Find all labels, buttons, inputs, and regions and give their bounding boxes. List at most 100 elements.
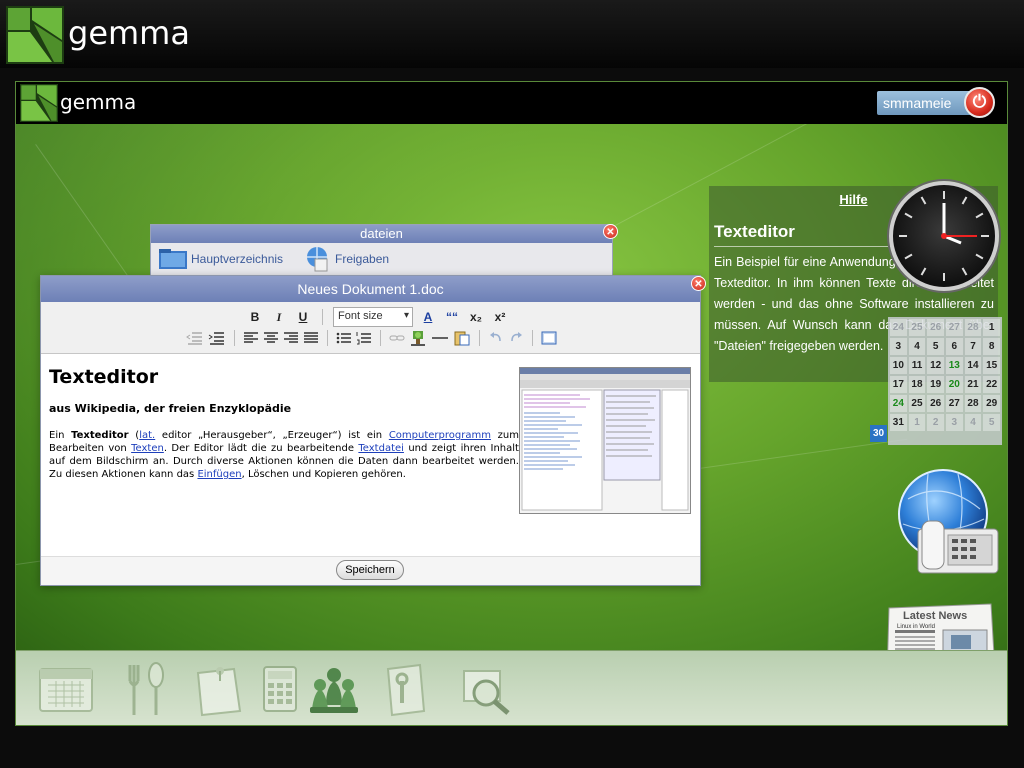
calendar-day[interactable]: 6 bbox=[945, 338, 963, 355]
calendar-day[interactable]: 29 bbox=[983, 395, 1000, 412]
toolbar-separator bbox=[327, 330, 328, 346]
paste-icon[interactable] bbox=[453, 330, 471, 346]
dateien-item-hauptverzeichnis[interactable]: Hauptverzeichnis bbox=[159, 249, 283, 269]
undo-icon[interactable] bbox=[488, 331, 504, 345]
link-einfuegen[interactable]: Einfügen bbox=[197, 469, 241, 480]
cutlery-icon[interactable] bbox=[116, 659, 176, 719]
outdent-icon[interactable] bbox=[186, 330, 204, 346]
calendar-widget[interactable]: 24 25 26 27 28 1 3 4 5 6 7 8 10 11 12 13 14 15 17 18 19 20 21 2… bbox=[870, 317, 1002, 445]
toolbar-separator bbox=[234, 330, 235, 346]
calendar-day[interactable]: 18 bbox=[908, 376, 926, 393]
gemma-logo-icon bbox=[6, 6, 64, 64]
chess-pieces-icon[interactable] bbox=[304, 659, 364, 719]
editor-close-icon[interactable]: ✕ bbox=[691, 276, 706, 291]
link-texten[interactable]: Texten bbox=[131, 443, 164, 454]
document-paragraph: Ein Texteditor (lat. editor „Herausgeber… bbox=[49, 430, 519, 480]
calendar-day[interactable]: 4 bbox=[964, 414, 982, 431]
calendar-day[interactable]: 5 bbox=[927, 338, 944, 355]
calendar-day[interactable]: 3 bbox=[890, 338, 907, 355]
folder-home-icon bbox=[159, 249, 187, 269]
subscript-button[interactable]: x₂ bbox=[467, 308, 485, 326]
calendar-day[interactable]: 1 bbox=[908, 414, 926, 431]
calendar-day[interactable]: 4 bbox=[908, 338, 926, 355]
editor-toolbar: B I U Font size A ““ x₂ x² bbox=[41, 302, 700, 354]
calendar-day[interactable]: 14 bbox=[964, 357, 982, 374]
font-color-button[interactable]: A bbox=[419, 308, 437, 326]
link-lat[interactable]: lat. bbox=[139, 430, 155, 441]
toolbar-separator bbox=[479, 330, 480, 346]
calendar-day[interactable]: 13 bbox=[945, 357, 963, 374]
align-justify-icon[interactable] bbox=[303, 331, 319, 345]
document-heading: Texteditor bbox=[49, 366, 159, 388]
bullet-list-icon[interactable] bbox=[336, 331, 352, 345]
calendar-day[interactable]: 28 bbox=[964, 395, 982, 412]
align-center-icon[interactable] bbox=[263, 331, 279, 345]
calendar-day[interactable]: 20 bbox=[945, 376, 963, 393]
bold-button[interactable]: B bbox=[246, 308, 264, 326]
calendar-day[interactable]: 5 bbox=[983, 414, 1000, 431]
calendar-day[interactable]: 31 bbox=[890, 414, 907, 431]
calendar-day[interactable]: 25 bbox=[908, 395, 926, 412]
dateien-titlebar[interactable]: dateien ✕ bbox=[151, 224, 618, 243]
inner-logo-text: gemma bbox=[60, 90, 137, 114]
link-computerprogramm[interactable]: Computerprogramm bbox=[389, 430, 491, 441]
calendar-day[interactable]: 3 bbox=[945, 414, 963, 431]
indent-icon[interactable] bbox=[208, 330, 226, 346]
phone-globe-icon[interactable] bbox=[888, 469, 1003, 579]
align-left-icon[interactable] bbox=[243, 331, 259, 345]
calendar-icon[interactable] bbox=[36, 659, 96, 719]
editor-titlebar[interactable]: Neues Dokument 1.doc ✕ bbox=[41, 276, 706, 302]
calendar-day-today[interactable]: 30 bbox=[870, 425, 887, 442]
horizontal-rule-icon[interactable] bbox=[431, 331, 449, 345]
dateien-title: dateien bbox=[360, 226, 403, 241]
calendar-day[interactable]: 25 bbox=[908, 319, 926, 336]
app-dock bbox=[16, 650, 1007, 725]
calendar-day[interactable]: 24 bbox=[890, 395, 907, 412]
help-heading: Texteditor bbox=[714, 222, 795, 241]
power-icon[interactable]: ⏻ bbox=[964, 87, 995, 118]
calendar-day[interactable]: 17 bbox=[890, 376, 907, 393]
notes-pin-icon[interactable] bbox=[188, 659, 248, 719]
link-icon[interactable] bbox=[389, 331, 405, 345]
underline-button[interactable]: U bbox=[294, 308, 312, 326]
calendar-day[interactable]: 21 bbox=[964, 376, 982, 393]
calendar-day[interactable]: 27 bbox=[945, 319, 963, 336]
folder-wrench-icon[interactable] bbox=[376, 659, 436, 719]
calendar-day[interactable]: 10 bbox=[890, 357, 907, 374]
dateien-item-label: Hauptverzeichnis bbox=[191, 252, 284, 266]
dateien-close-icon[interactable]: ✕ bbox=[603, 224, 618, 239]
calendar-day[interactable]: 19 bbox=[927, 376, 944, 393]
calendar-day[interactable]: 2 bbox=[927, 414, 944, 431]
calendar-day[interactable]: 27 bbox=[945, 395, 963, 412]
font-size-select[interactable]: Font size bbox=[333, 307, 413, 327]
calendar-day[interactable]: 7 bbox=[964, 338, 982, 355]
link-textdatei[interactable]: Textdatei bbox=[358, 443, 404, 454]
calendar-day[interactable]: 26 bbox=[927, 395, 944, 412]
blockquote-button[interactable]: ““ bbox=[443, 308, 461, 326]
calendar-day[interactable]: 12 bbox=[927, 357, 944, 374]
save-button[interactable]: Speichern bbox=[336, 560, 404, 580]
username-badge[interactable]: smmameie bbox=[877, 91, 972, 115]
calendar-day[interactable]: 11 bbox=[908, 357, 926, 374]
latest-news-widget[interactable]: Latest News Linux in World bbox=[883, 602, 998, 650]
calendar-day[interactable]: 28 bbox=[964, 319, 982, 336]
numbered-list-icon[interactable] bbox=[356, 331, 372, 345]
document-content[interactable]: Texteditor aus Wikipedia, der freien Enz… bbox=[49, 366, 519, 481]
calendar-day[interactable]: 1 bbox=[983, 319, 1000, 336]
superscript-button[interactable]: x² bbox=[491, 308, 509, 326]
clock-widget[interactable] bbox=[889, 181, 999, 291]
align-right-icon[interactable] bbox=[283, 331, 299, 345]
calendar-day[interactable]: 26 bbox=[927, 319, 944, 336]
redo-icon[interactable] bbox=[508, 331, 524, 345]
calendar-day[interactable]: 22 bbox=[983, 376, 1000, 393]
italic-button[interactable]: I bbox=[270, 308, 288, 326]
source-view-icon[interactable] bbox=[541, 331, 557, 345]
editor-footer: Speichern bbox=[41, 556, 700, 585]
calendar-day[interactable]: 24 bbox=[890, 319, 907, 336]
calculator-icon[interactable] bbox=[250, 659, 310, 719]
dateien-item-freigaben[interactable]: Freigaben bbox=[303, 245, 389, 273]
calendar-day[interactable]: 8 bbox=[983, 338, 1000, 355]
image-icon[interactable] bbox=[409, 330, 427, 346]
magnifier-search-icon[interactable] bbox=[456, 659, 516, 719]
calendar-day[interactable]: 15 bbox=[983, 357, 1000, 374]
